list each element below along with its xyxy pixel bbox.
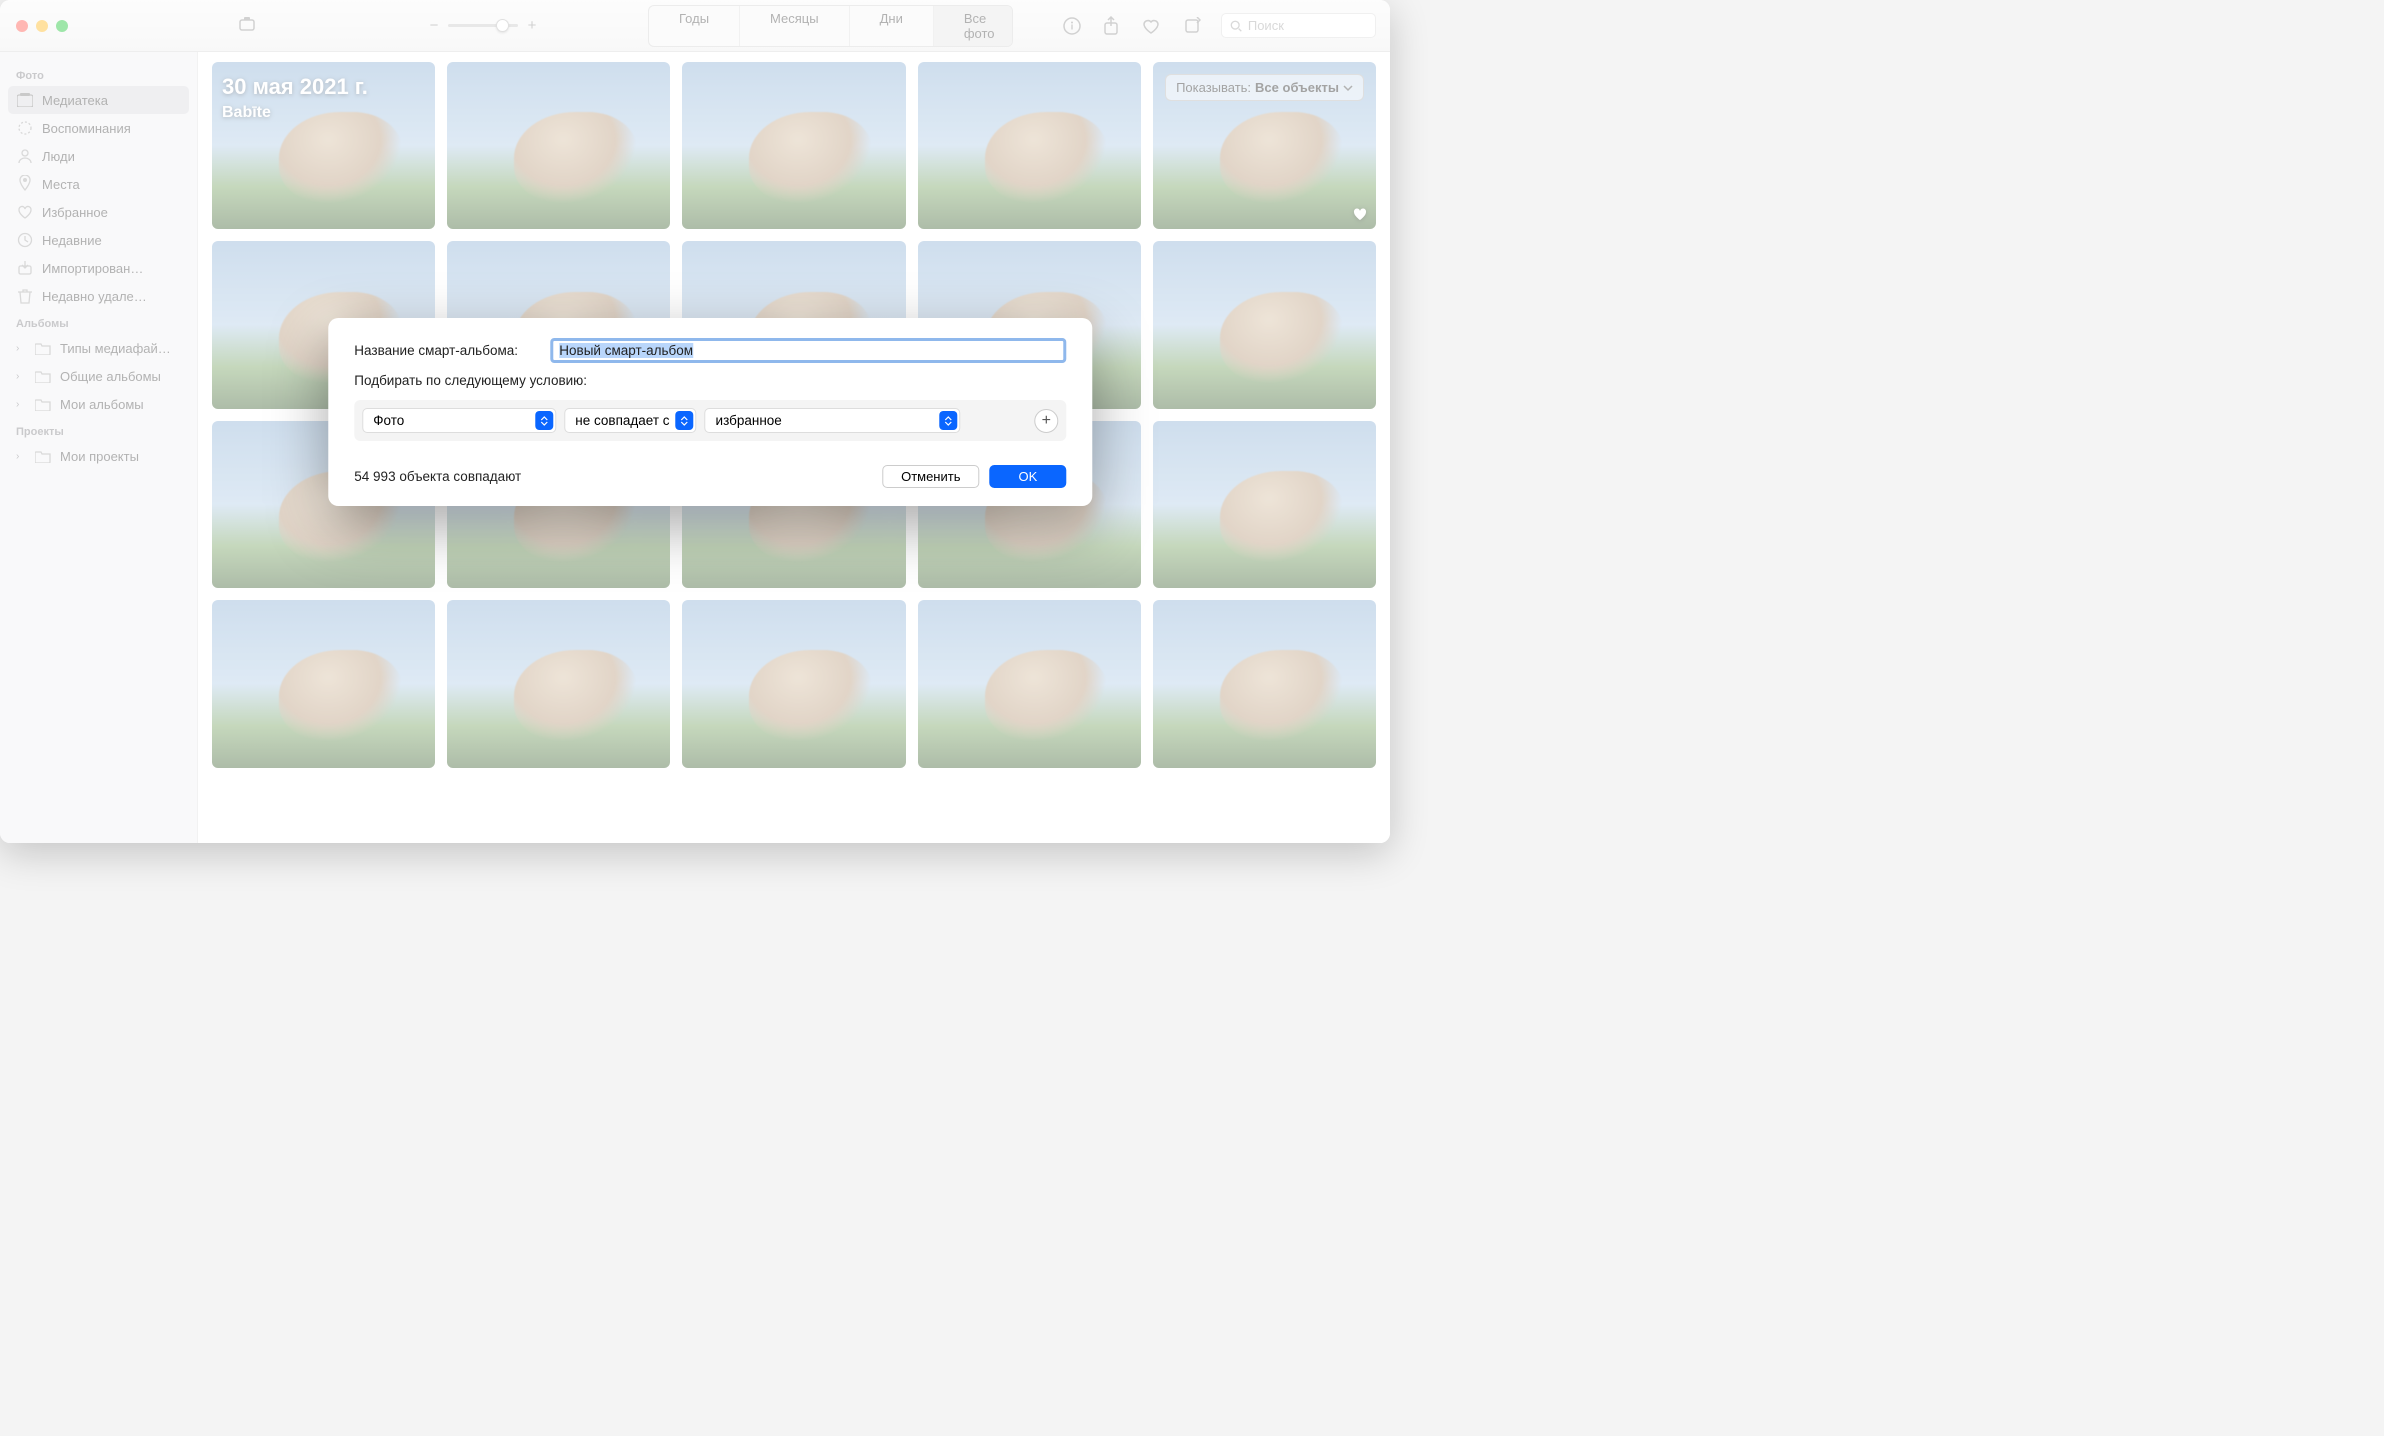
select-stepper-icon (940, 411, 958, 430)
condition-operator-select[interactable]: не совпадает с (564, 408, 696, 433)
condition-value-select[interactable]: избранное (705, 408, 961, 433)
match-count: 54 993 объекта совпадают (354, 469, 521, 484)
album-name-value: Новый смарт-альбом (559, 343, 693, 358)
album-name-input[interactable]: Новый смарт-альбом (550, 338, 1066, 363)
select-value: не совпадает с (575, 413, 669, 428)
add-condition-button[interactable]: + (1034, 409, 1058, 433)
condition-row: Фото не совпадает с избранное + (354, 400, 1066, 441)
ok-button[interactable]: OK (989, 465, 1066, 488)
smart-album-dialog: Название смарт-альбома: Новый смарт-альб… (328, 318, 1092, 506)
select-value: Фото (373, 413, 404, 428)
app-window: − + Годы Месяцы Дни Все фото Фото Медиат… (0, 0, 1390, 843)
select-stepper-icon (535, 411, 553, 430)
plus-icon: + (1042, 412, 1051, 430)
cancel-button[interactable]: Отменить (882, 465, 979, 488)
condition-label: Подбирать по следующему условию: (354, 373, 1066, 388)
select-value: избранное (716, 413, 782, 428)
condition-field-select[interactable]: Фото (362, 408, 556, 433)
select-stepper-icon (676, 411, 694, 430)
name-label: Название смарт-альбома: (354, 343, 540, 358)
